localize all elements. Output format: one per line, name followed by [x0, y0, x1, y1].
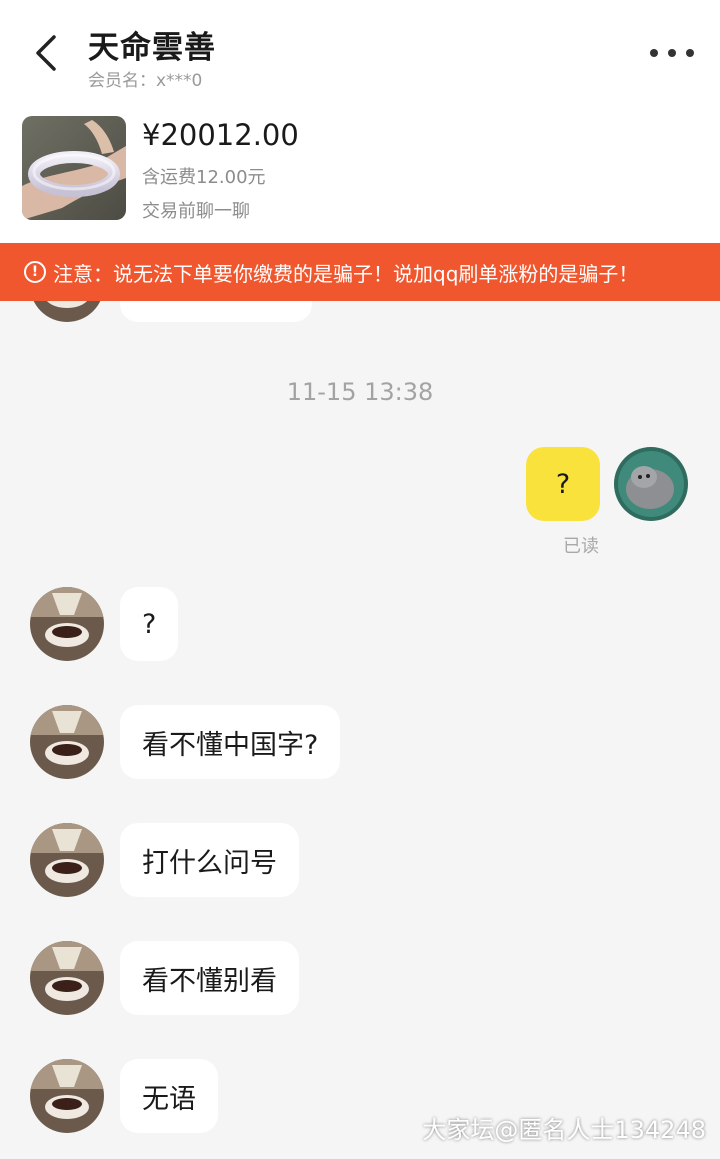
seller-avatar[interactable]	[30, 1059, 104, 1133]
seller-name: 天命雲善	[88, 30, 216, 66]
chat-timestamp: 11-15 13:38	[286, 378, 434, 406]
warning-icon: !	[24, 261, 46, 283]
seller-avatar[interactable]	[30, 587, 104, 661]
message-text: 无语	[142, 1083, 196, 1115]
seller-avatar[interactable]	[30, 705, 104, 779]
seller-avatar[interactable]	[30, 823, 104, 897]
message-text: 看不懂别看	[142, 965, 277, 997]
shipping-fee: 含运费12.00元	[142, 167, 266, 188]
received-message-bubble[interactable]: 看不懂别看	[120, 941, 299, 1015]
received-message-bubble[interactable]: 打什么问号	[120, 823, 299, 897]
read-status: 已读	[563, 536, 599, 557]
watermark: 大家坛@匿名人士134248	[422, 1116, 706, 1144]
seller-avatar[interactable]	[30, 941, 104, 1015]
my-message-text: ?	[555, 468, 571, 500]
received-message-bubble[interactable]: 看不懂中国字?	[120, 705, 341, 779]
member-name: 会员名：x***0	[88, 71, 203, 91]
product-thumbnail[interactable]	[22, 116, 126, 220]
message-text: 打什么问号	[142, 847, 277, 879]
message-text: 看不懂中国字?	[142, 729, 319, 761]
received-message-bubble[interactable]: 无语	[120, 1059, 218, 1133]
product-price: ¥20012.00	[142, 118, 299, 152]
message-text: ?	[142, 608, 157, 640]
warning-text: 注意：说无法下单要你缴费的是骗子！说加qq刷单涨粉的是骗子！	[53, 261, 639, 286]
chevron-left-icon	[36, 35, 56, 71]
more-button[interactable]	[650, 38, 694, 68]
bangle-photo	[22, 116, 126, 220]
received-message-bubble[interactable]: ?	[120, 587, 179, 661]
chat-before-trade-link[interactable]: 交易前聊一聊	[142, 197, 250, 223]
chat-header: 天命雲善 会员名：x***0 ¥20012.00 含运费12.00元 交易前聊一…	[0, 0, 720, 243]
more-dots-icon	[650, 49, 658, 57]
my-avatar[interactable]	[614, 447, 688, 521]
my-message-bubble[interactable]: ?	[526, 447, 600, 521]
back-button[interactable]	[28, 30, 64, 76]
scam-warning-banner: ! 注意：说无法下单要你缴费的是骗子！说加qq刷单涨粉的是骗子！	[0, 243, 720, 301]
